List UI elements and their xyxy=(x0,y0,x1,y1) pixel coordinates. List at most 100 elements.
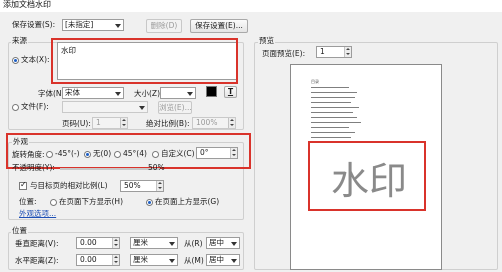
chevron-down-icon xyxy=(187,92,193,96)
opacity-value: 50% xyxy=(148,163,165,172)
preview-page-spinner[interactable]: 1 xyxy=(316,46,352,58)
underline-button[interactable]: T xyxy=(224,86,237,98)
chevron-down-icon xyxy=(115,92,121,96)
rotation-label: 旋转角度: xyxy=(12,150,45,159)
page-value: 1 xyxy=(96,118,101,127)
size-select[interactable] xyxy=(160,87,196,99)
relative-scale-value: 50% xyxy=(124,181,141,190)
chevron-down-icon xyxy=(169,259,175,263)
preview-toc-line xyxy=(311,112,353,113)
window-title: 添加文档水印 xyxy=(3,0,51,9)
file-radio-label: 文件(F): xyxy=(21,102,49,111)
preview-highlight-box xyxy=(308,141,426,211)
preview-toc-line xyxy=(311,132,355,133)
rotation-none-label: 无(0) xyxy=(93,149,112,158)
chevron-down-icon xyxy=(169,242,175,246)
vertical-from-select[interactable]: 居中 xyxy=(206,237,240,249)
chevron-down-icon xyxy=(231,242,237,246)
vertical-distance-spinner[interactable]: 0.00 xyxy=(76,237,120,249)
spinner-arrows-icon[interactable] xyxy=(344,47,351,57)
preview-toc-line xyxy=(311,127,349,128)
horizontal-distance-spinner[interactable]: 0.00 xyxy=(76,254,120,266)
front-page-radio[interactable] xyxy=(146,199,153,206)
rotation-custom-label: 自定义(C) xyxy=(161,149,195,158)
horizontal-distance-value: 0.00 xyxy=(80,255,97,264)
horizontal-unit-select[interactable]: 厘米 xyxy=(130,254,178,266)
file-select[interactable] xyxy=(62,101,148,113)
rotation-none-radio[interactable] xyxy=(84,151,91,158)
horizontal-from-select[interactable]: 居中 xyxy=(206,254,240,266)
chevron-down-icon xyxy=(231,259,237,263)
vertical-unit-select[interactable]: 厘米 xyxy=(130,237,178,249)
behind-page-label: 在页面下方显示(H) xyxy=(59,197,123,206)
preview-toc-line xyxy=(311,117,357,118)
browse-button[interactable]: 浏览(E)... xyxy=(158,101,192,114)
position-group-label: 位置 xyxy=(11,226,28,236)
opacity-label: 不透明度(Y): xyxy=(12,163,55,172)
spinner-arrows-icon[interactable] xyxy=(228,118,235,128)
text-radio-label: 文本(X): xyxy=(21,55,50,64)
relative-scale-spinner[interactable]: 50% xyxy=(120,180,164,192)
custom-angle-value: 0° xyxy=(200,148,209,157)
preview-doc-title: 目录 xyxy=(311,79,319,84)
font-select[interactable]: 宋体 xyxy=(62,87,124,99)
saved-settings-label: 保存设置(S): xyxy=(12,20,56,29)
vertical-distance-value: 0.00 xyxy=(80,238,97,247)
rotation-minus45-label: -45°(-) xyxy=(55,149,80,158)
chevron-down-icon xyxy=(115,24,121,28)
preview-toc-line xyxy=(311,107,359,108)
spinner-arrows-icon[interactable] xyxy=(112,238,119,248)
source-group-label: 来源 xyxy=(11,36,28,46)
preview-page-value: 1 xyxy=(320,47,325,56)
horizontal-unit-value: 厘米 xyxy=(133,255,148,264)
relative-scale-checkbox[interactable] xyxy=(19,180,27,190)
preview-toc-line xyxy=(311,102,351,103)
underline-icon: T xyxy=(227,87,234,96)
preview-toc-line xyxy=(311,87,349,88)
rotation-45-radio[interactable] xyxy=(114,151,121,158)
spinner-arrows-icon[interactable] xyxy=(230,148,237,158)
rotation-custom-radio[interactable] xyxy=(152,151,159,158)
saved-settings-select[interactable]: [未指定] xyxy=(62,19,124,31)
absolute-scale-value: 100% xyxy=(196,118,218,127)
vertical-from-label: 从(R) xyxy=(184,239,203,248)
size-label: 大小(Z): xyxy=(134,89,163,98)
spinner-arrows-icon[interactable] xyxy=(156,181,163,191)
custom-angle-spinner[interactable]: 0° xyxy=(196,147,238,159)
chevron-down-icon xyxy=(139,106,145,110)
page-label: 页码(U): xyxy=(62,119,91,128)
appearance-options-link[interactable]: 外观选项... xyxy=(19,209,56,219)
file-radio[interactable] xyxy=(12,104,19,111)
spinner-arrows-icon[interactable] xyxy=(112,255,119,265)
delete-button[interactable]: 删除(D) xyxy=(146,19,182,33)
font-value: 宋体 xyxy=(65,88,80,97)
vertical-from-value: 居中 xyxy=(209,238,224,247)
text-radio[interactable] xyxy=(12,57,19,64)
text-highlight-box xyxy=(51,38,238,84)
position-label: 位置: xyxy=(19,197,37,206)
preview-toc-line xyxy=(311,97,355,98)
page-spinner[interactable]: 1 xyxy=(92,117,128,129)
horizontal-from-value: 居中 xyxy=(209,255,224,264)
vertical-distance-label: 垂直距离(V): xyxy=(15,239,59,248)
rotation-45-label: 45°(4) xyxy=(123,149,147,158)
front-page-label: 在页面上方显示(G) xyxy=(155,197,220,206)
save-settings-button[interactable]: 保存设置(E)... xyxy=(190,19,248,33)
preview-toc-line xyxy=(311,92,357,93)
behind-page-radio[interactable] xyxy=(50,199,57,206)
preview-group-label: 预览 xyxy=(258,36,275,46)
opacity-slider[interactable] xyxy=(60,168,160,170)
rotation-minus45-radio[interactable] xyxy=(46,151,53,158)
saved-settings-value: [未指定] xyxy=(65,20,94,29)
preview-toc-line xyxy=(311,122,361,123)
horizontal-from-label: 从(M) xyxy=(184,256,204,265)
absolute-scale-label: 绝对比例(B): xyxy=(146,119,190,128)
preview-page-label: 页面预览(E): xyxy=(262,49,306,58)
preview-toc-line xyxy=(311,137,351,138)
absolute-scale-spinner[interactable]: 100% xyxy=(192,117,236,129)
spinner-arrows-icon[interactable] xyxy=(120,118,127,128)
title-bar: 添加文档水印 xyxy=(0,0,502,12)
horizontal-distance-label: 水平距离(Z): xyxy=(15,256,59,265)
font-color-swatch[interactable] xyxy=(206,86,217,97)
relative-scale-label: 与目标页的相对比例(L) xyxy=(30,181,108,190)
